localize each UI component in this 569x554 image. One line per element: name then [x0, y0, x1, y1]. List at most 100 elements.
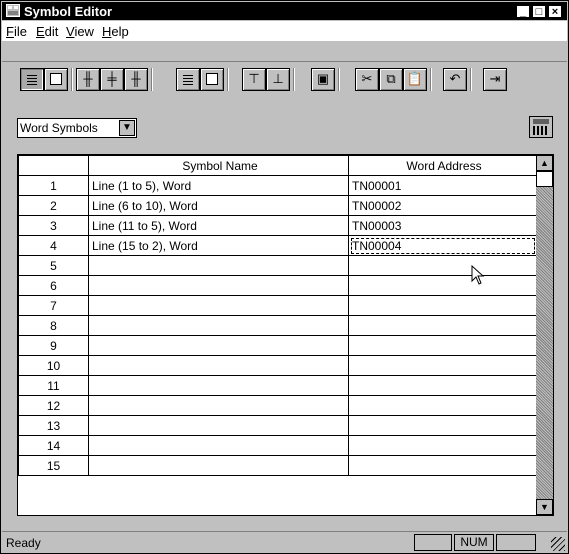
scroll-thumb[interactable] [536, 171, 553, 187]
symbol-name-cell[interactable] [88, 415, 349, 436]
row-number[interactable]: 4 [18, 235, 89, 256]
title-bar[interactable]: Symbol Editor _ □ × [2, 2, 567, 20]
calculator-button[interactable] [529, 116, 553, 138]
new-table-button[interactable] [176, 68, 200, 91]
symbol-type-dropdown[interactable]: Word Symbols ▼ [17, 118, 137, 138]
scroll-track[interactable] [536, 187, 553, 499]
symbol-name-cell[interactable] [88, 395, 349, 416]
row-number[interactable]: 12 [18, 395, 89, 416]
bit-view-button[interactable] [44, 68, 68, 91]
row-number[interactable]: 13 [18, 415, 89, 436]
row-number[interactable]: 15 [18, 455, 89, 476]
word-address-cell[interactable] [348, 395, 537, 416]
table-row[interactable]: 7 [18, 295, 537, 316]
resize-grip-icon[interactable] [551, 537, 565, 551]
menu-help[interactable]: Help [102, 24, 129, 39]
menu-edit[interactable]: Edit [36, 24, 58, 39]
header-word-address[interactable]: Word Address [348, 155, 537, 176]
row-number[interactable]: 5 [18, 255, 89, 276]
edit-symbol-button[interactable]: ╫ [124, 68, 148, 91]
word-address-cell[interactable] [348, 355, 537, 376]
table-row[interactable]: 3 Line (11 to 5), Word TN00003 [18, 215, 537, 236]
calculator-keys [533, 126, 549, 135]
edit-symbol-icon: ╫ [131, 71, 141, 86]
word-view-button[interactable] [20, 68, 44, 91]
table-row[interactable]: 15 [18, 455, 537, 476]
export-button[interactable]: ⊥ [266, 68, 290, 91]
import-button[interactable]: ⊤ [242, 68, 266, 91]
word-address-cell[interactable] [348, 375, 537, 396]
row-number[interactable]: 10 [18, 355, 89, 376]
row-number[interactable]: 3 [18, 215, 89, 236]
row-number[interactable]: 1 [18, 175, 89, 196]
row-number[interactable]: 8 [18, 315, 89, 336]
undo-button[interactable]: ↶ [443, 68, 467, 91]
table-row[interactable]: 12 [18, 395, 537, 416]
row-number[interactable]: 6 [18, 275, 89, 296]
maximize-button[interactable]: □ [532, 5, 546, 18]
open-table-button[interactable] [200, 68, 224, 91]
menu-file[interactable]: File [6, 24, 27, 39]
menu-bar: File Edit View Help [2, 21, 567, 41]
symbol-name-cell[interactable]: Line (11 to 5), Word [88, 215, 349, 236]
symbol-name-cell[interactable]: Line (15 to 2), Word [88, 235, 349, 256]
cut-button[interactable]: ✂ [355, 68, 379, 91]
table-row[interactable]: 6 [18, 275, 537, 296]
table-row[interactable]: 8 [18, 315, 537, 336]
symbol-name-cell[interactable] [88, 295, 349, 316]
exit-button[interactable]: ⇥ [483, 68, 507, 91]
word-address-cell[interactable] [348, 455, 537, 476]
header-number[interactable] [18, 155, 89, 176]
minimize-button[interactable]: _ [516, 5, 530, 18]
symbol-name-cell[interactable]: Line (6 to 10), Word [88, 195, 349, 216]
menu-view[interactable]: View [66, 24, 94, 39]
row-number[interactable]: 2 [18, 195, 89, 216]
save-button[interactable]: ▣ [311, 68, 335, 91]
word-address-cell[interactable] [348, 335, 537, 356]
table-row[interactable]: 11 [18, 375, 537, 396]
row-number[interactable]: 14 [18, 435, 89, 456]
table-row[interactable]: 14 [18, 435, 537, 456]
chevron-down-icon[interactable]: ▼ [119, 120, 135, 136]
symbol-name-cell[interactable] [88, 275, 349, 296]
symbol-name-cell[interactable] [88, 315, 349, 336]
table-row[interactable]: 9 [18, 335, 537, 356]
arrow-down-icon: ▼ [540, 502, 549, 512]
word-address-cell[interactable]: TN00004 [348, 235, 537, 256]
symbol-name-cell[interactable] [88, 335, 349, 356]
delete-symbol-button[interactable]: ╪ [100, 68, 124, 91]
scroll-down-button[interactable]: ▼ [536, 499, 553, 515]
word-address-cell[interactable] [348, 255, 537, 276]
header-symbol-name[interactable]: Symbol Name [88, 155, 349, 176]
word-address-cell[interactable] [348, 315, 537, 336]
vertical-scrollbar[interactable]: ▲ ▼ [536, 155, 553, 515]
word-address-cell[interactable] [348, 295, 537, 316]
word-address-cell[interactable]: TN00003 [348, 215, 537, 236]
word-address-cell[interactable]: TN00001 [348, 175, 537, 196]
row-number[interactable]: 11 [18, 375, 89, 396]
table-row[interactable]: 13 [18, 415, 537, 436]
word-address-cell[interactable]: TN00002 [348, 195, 537, 216]
table-row[interactable]: 2 Line (6 to 10), Word TN00002 [18, 195, 537, 216]
table-row[interactable]: 1 Line (1 to 5), Word TN00001 [18, 175, 537, 196]
symbol-name-cell[interactable] [88, 375, 349, 396]
symbol-name-cell[interactable] [88, 435, 349, 456]
close-button[interactable]: × [548, 5, 562, 18]
scroll-up-button[interactable]: ▲ [536, 155, 553, 171]
table-row[interactable]: 10 [18, 355, 537, 376]
row-number[interactable]: 9 [18, 335, 89, 356]
paste-button[interactable]: 📋 [403, 68, 427, 91]
word-address-cell[interactable] [348, 435, 537, 456]
table-row[interactable]: 4 Line (15 to 2), Word TN00004 [18, 235, 537, 256]
status-pane-empty [414, 534, 452, 551]
symbol-name-cell[interactable]: Line (1 to 5), Word [88, 175, 349, 196]
symbol-name-cell[interactable] [88, 455, 349, 476]
row-number[interactable]: 7 [18, 295, 89, 316]
word-address-cell[interactable] [348, 415, 537, 436]
symbol-name-cell[interactable] [88, 255, 349, 276]
word-address-cell[interactable] [348, 275, 537, 296]
insert-symbol-button[interactable]: ╫ [76, 68, 100, 91]
copy-button[interactable]: ⧉ [379, 68, 403, 91]
table-row[interactable]: 5 [18, 255, 537, 276]
symbol-name-cell[interactable] [88, 355, 349, 376]
